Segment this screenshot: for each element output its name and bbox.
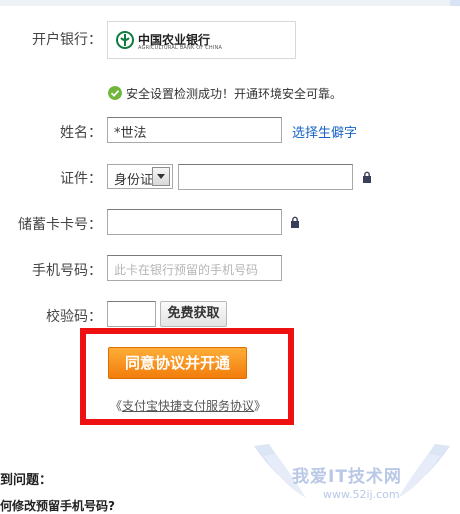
- watermark-url: www.52ij.com: [323, 488, 400, 501]
- security-check-message: 安全设置检测成功！开通环境安全可靠。: [126, 87, 343, 101]
- top-edge: [0, 0, 460, 6]
- phone-field[interactable]: 此卡在银行预留的手机号码: [107, 255, 282, 281]
- verification-code-field[interactable]: [107, 301, 156, 327]
- top-edge-accent: [450, 0, 460, 6]
- name-label: 姓名：: [60, 125, 102, 141]
- id-type-value: 身份证: [114, 173, 154, 188]
- bank-label: 开户银行：: [32, 32, 102, 48]
- id-number-field[interactable]: [178, 164, 353, 190]
- lock-icon: [363, 171, 371, 183]
- help-title: 遇到问题：: [0, 473, 53, 488]
- lock-icon: [291, 216, 299, 228]
- agree-and-activate-button[interactable]: 同意协议并开通: [108, 347, 247, 379]
- agreement-open-bracket: 《: [110, 399, 123, 413]
- get-code-button[interactable]: 免费获取: [160, 301, 227, 327]
- help-question-link[interactable]: 如何修改预留手机号码?: [0, 497, 115, 514]
- check-circle-icon: [108, 86, 122, 100]
- watermark-text: 我爱IT技术网: [292, 467, 402, 487]
- phone-label: 手机号码：: [32, 263, 102, 279]
- name-field[interactable]: *世法: [107, 117, 282, 143]
- dropdown-arrow-icon[interactable]: [152, 167, 170, 186]
- agreement-line: 《支付宝快捷支付服务协议》: [110, 397, 266, 414]
- id-label: 证件：: [60, 171, 102, 187]
- card-number-label: 储蓄卡卡号：: [18, 217, 102, 233]
- agreement-close-bracket: 》: [254, 399, 267, 413]
- bank-name-en: AGRICULTURAL BANK OF CHINA: [138, 45, 223, 51]
- card-number-field[interactable]: [107, 209, 282, 235]
- bank-logo-icon: [116, 31, 134, 49]
- bank-logo-box: 中国农业银行 AGRICULTURAL BANK OF CHINA: [107, 21, 296, 59]
- agreement-link[interactable]: 支付宝快捷支付服务协议: [122, 399, 254, 413]
- code-label: 校验码：: [46, 309, 102, 325]
- id-type-select[interactable]: 身份证: [107, 164, 173, 189]
- rare-character-link[interactable]: 选择生僻字: [292, 122, 357, 141]
